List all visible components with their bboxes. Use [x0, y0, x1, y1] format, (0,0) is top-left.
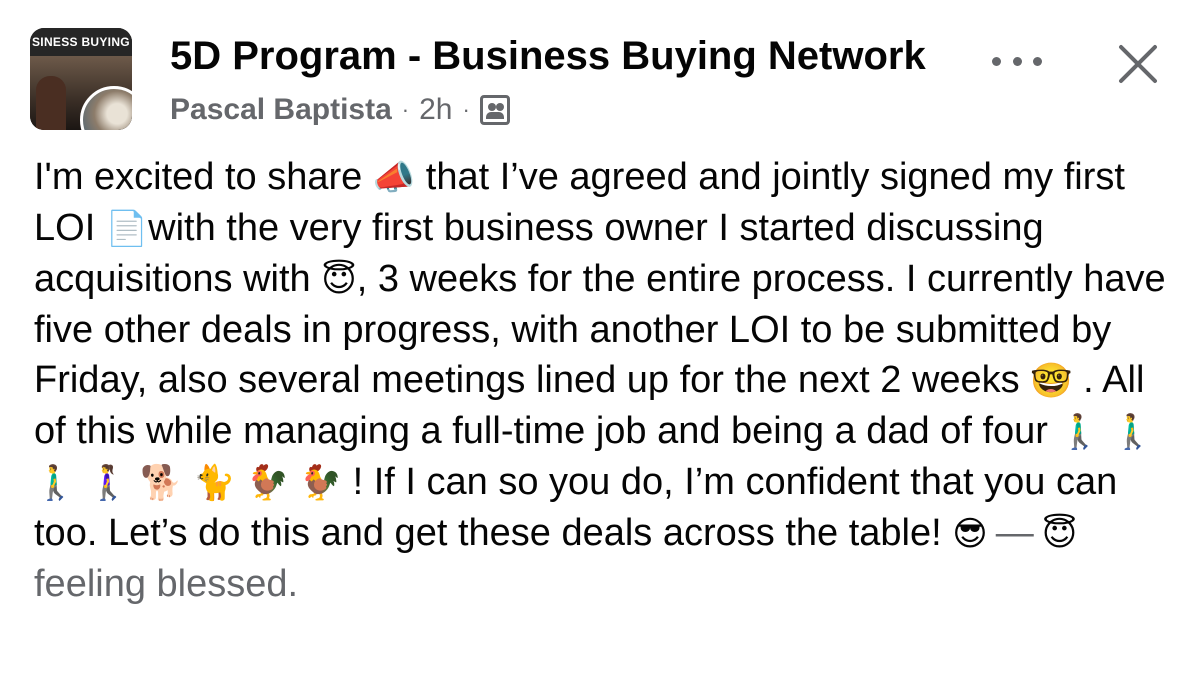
sunglasses-emoji: 😎	[952, 514, 988, 554]
more-dot	[992, 56, 1001, 66]
post-text-segment: I'm excited to share	[34, 156, 373, 198]
group-avatar[interactable]: SINESS BUYING NET	[30, 28, 132, 130]
more-dot	[1033, 56, 1042, 66]
more-options-icon[interactable]	[992, 46, 1042, 76]
author-name[interactable]: Pascal Baptista	[170, 93, 392, 127]
document-emoji: 📄	[105, 209, 149, 249]
group-title[interactable]: 5D Program - Business Buying Network	[170, 34, 926, 79]
feeling-emoji: 😇	[1041, 514, 1078, 554]
post-time[interactable]: 2h	[419, 93, 452, 127]
close-icon[interactable]	[1114, 40, 1162, 88]
feeling-dash: —	[995, 512, 1034, 554]
meta-separator: ·	[462, 97, 470, 122]
group-audience-icon	[479, 95, 510, 125]
post-meta: Pascal Baptista · 2h ·	[170, 90, 510, 130]
post-text: I'm excited to share 📣 that I’ve agreed …	[34, 152, 1174, 609]
halo-face-emoji: 😇	[321, 260, 357, 300]
megaphone-emoji: 📣	[372, 158, 416, 198]
avatar-person-shape	[36, 76, 66, 130]
post-header: SINESS BUYING NET 5D Program - Business …	[0, 0, 1200, 140]
avatar-banner-text: SINESS BUYING NET	[30, 28, 132, 56]
more-dot	[1012, 56, 1022, 66]
feeling-text[interactable]: feeling blessed.	[34, 563, 298, 605]
nerd-face-emoji: 🤓	[1030, 361, 1073, 401]
meta-separator: ·	[401, 97, 410, 122]
